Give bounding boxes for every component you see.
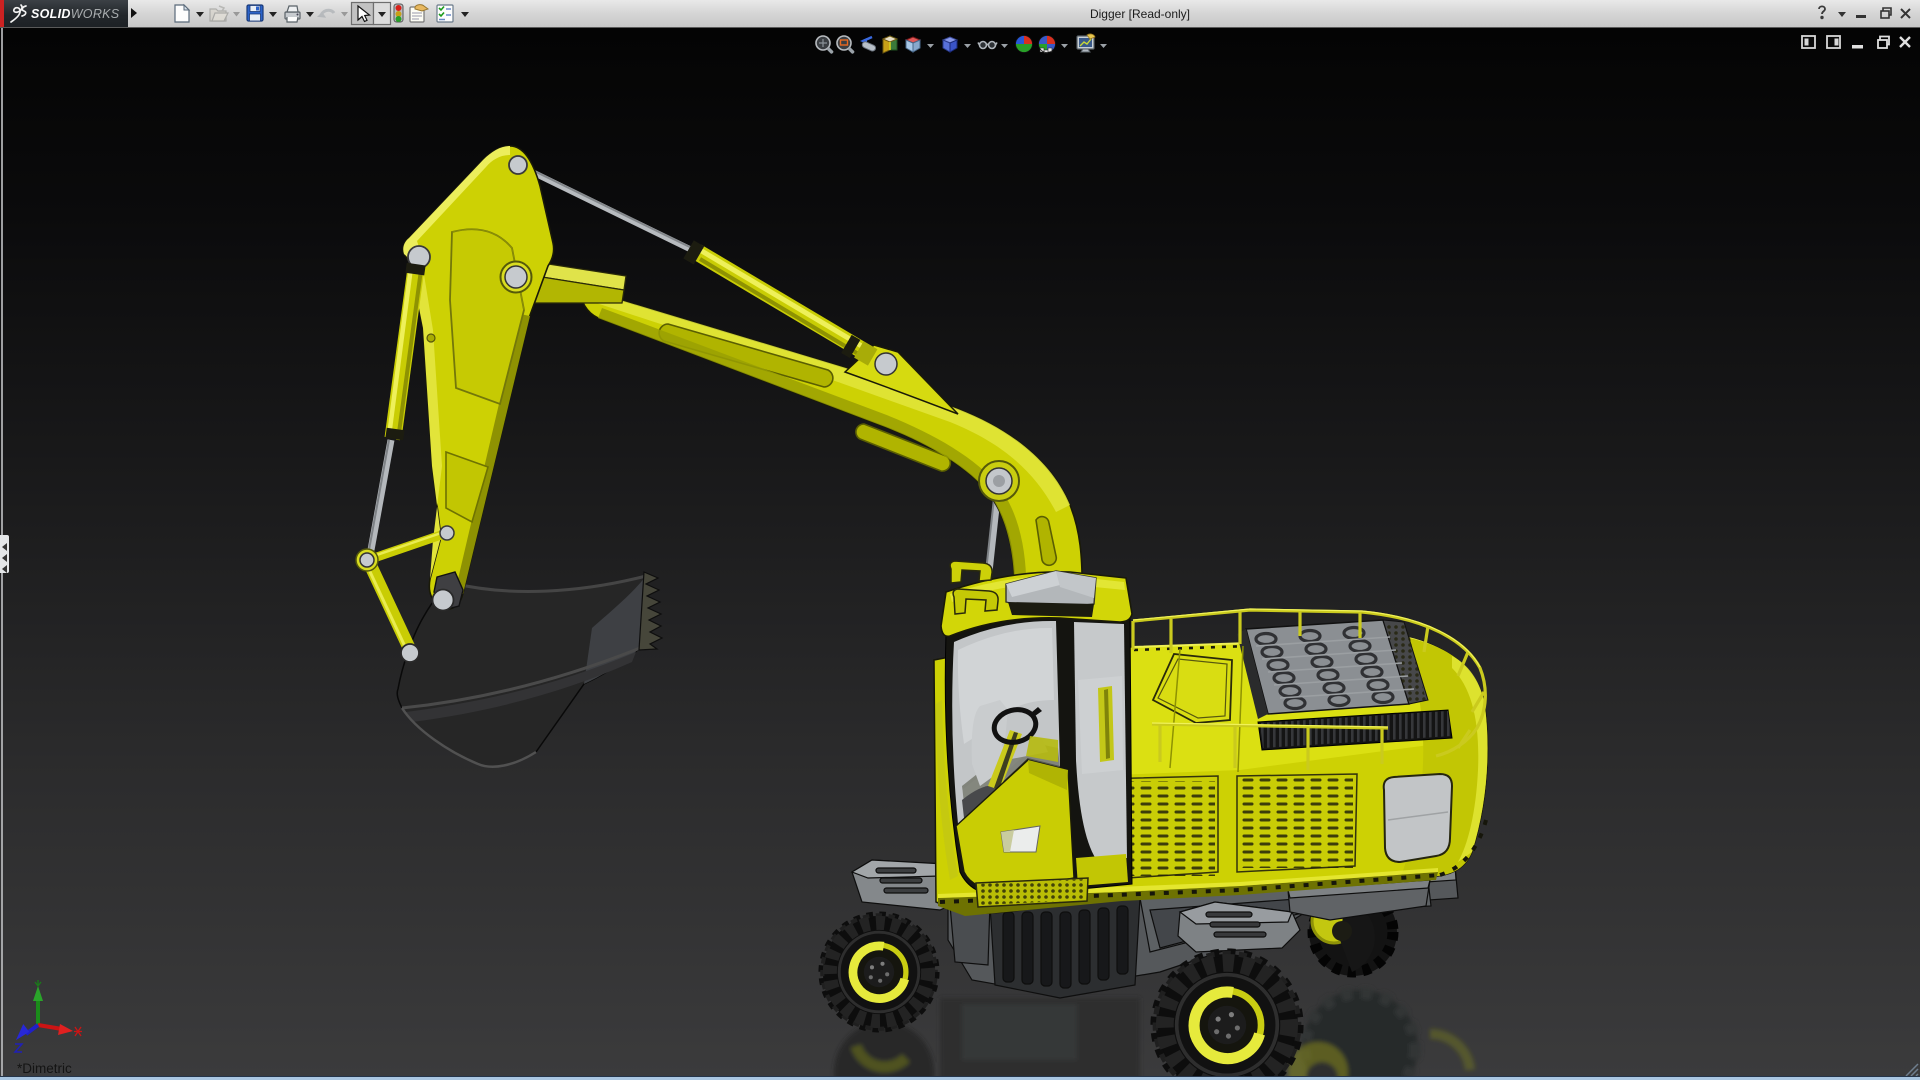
svg-text:SOLIDWORKS: SOLIDWORKS bbox=[31, 7, 120, 21]
